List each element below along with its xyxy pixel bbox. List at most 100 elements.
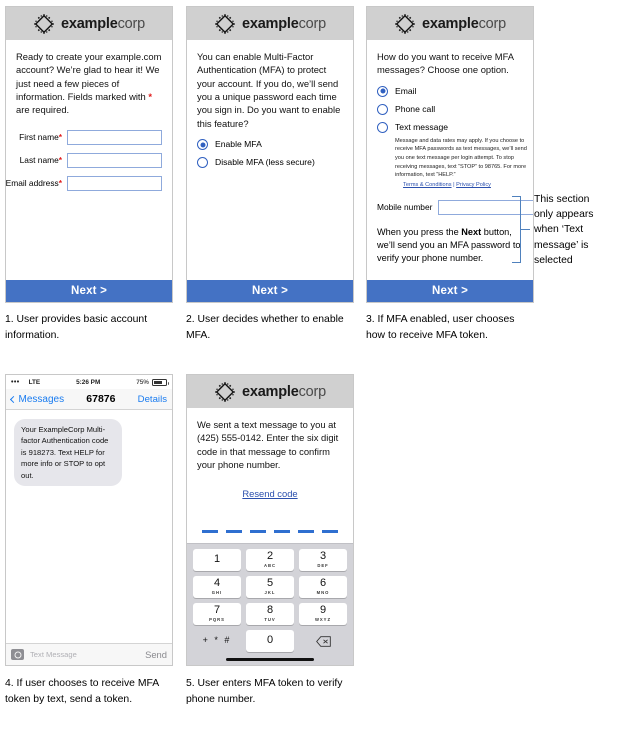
radio-option-phone-call[interactable]: Phone call bbox=[377, 103, 523, 115]
mfa-enable-radio-group: Enable MFA Disable MFA (less secure) bbox=[197, 139, 343, 169]
radio-icon-selected[interactable] bbox=[197, 139, 208, 151]
brand-bold: example bbox=[241, 383, 299, 400]
brand-bold: example bbox=[60, 15, 118, 32]
email-address-label: Email address* bbox=[6, 178, 67, 188]
caption-step-2: 2. User decides whether to enable MFA. bbox=[186, 314, 344, 341]
panel-5-intro: We sent a text message to you at (425) 5… bbox=[197, 419, 339, 471]
key-6-digit: 6 bbox=[319, 577, 327, 590]
first-name-label-text: First name bbox=[19, 132, 59, 143]
panel-3-body: How do you want to receive MFA messages?… bbox=[367, 40, 533, 280]
terms-and-conditions-link[interactable]: Terms & Conditions bbox=[403, 182, 452, 188]
code-slots bbox=[197, 530, 343, 533]
first-name-label: First name* bbox=[19, 132, 67, 142]
panel-step-2: examplecorp You can enable Multi-Factor … bbox=[186, 6, 354, 303]
numeric-keypad: 1 2 ABC 3 DEF 4 GHI 5 JKL 6 MNO 7 PQRS 8… bbox=[187, 542, 353, 665]
app-header: examplecorp bbox=[187, 7, 353, 40]
key-symbols-label: + * # bbox=[202, 635, 232, 646]
radio-option-disable-mfa[interactable]: Disable MFA (less secure) bbox=[197, 157, 343, 169]
app-header: examplecorp bbox=[187, 375, 353, 408]
last-name-label: Last name* bbox=[20, 155, 67, 165]
last-name-label-text: Last name bbox=[19, 155, 59, 166]
caption-step-5: 5. User enters MFA token to verify phone… bbox=[186, 678, 343, 705]
key-2[interactable]: 2 ABC bbox=[246, 548, 294, 571]
key-3-letters: DEF bbox=[317, 563, 329, 569]
code-slot[interactable] bbox=[322, 530, 338, 533]
resend-code-link[interactable]: Resend code bbox=[242, 488, 297, 499]
radio-label-disable-mfa: Disable MFA (less secure) bbox=[215, 157, 315, 168]
caption-step-1: 1. User provides basic account informati… bbox=[5, 314, 148, 341]
diamond-chip-logo-icon bbox=[395, 13, 415, 34]
radio-icon-unselected[interactable] bbox=[197, 157, 208, 169]
brand-wordmark: examplecorp bbox=[242, 16, 326, 32]
diamond-chip-logo-icon bbox=[215, 13, 235, 34]
key-symbols[interactable]: + * # bbox=[193, 630, 241, 652]
send-button[interactable]: Send bbox=[145, 649, 167, 660]
key-4-letters: GHI bbox=[211, 590, 223, 596]
mobile-number-row: Mobile number bbox=[377, 199, 533, 215]
key-6[interactable]: 6 MNO bbox=[299, 575, 347, 598]
camera-icon[interactable] bbox=[11, 649, 24, 660]
caption-step-3: 3. If MFA enabled, user chooses how to r… bbox=[366, 314, 515, 341]
radio-icon-unselected[interactable] bbox=[377, 121, 388, 133]
brand-light: corp bbox=[478, 15, 507, 32]
next-button-step-3[interactable]: Next > bbox=[367, 280, 533, 302]
key-4[interactable]: 4 GHI bbox=[193, 575, 241, 598]
radio-icon-selected[interactable] bbox=[377, 85, 388, 97]
email-address-input[interactable] bbox=[67, 175, 162, 191]
radio-option-text-message[interactable]: Text message bbox=[377, 121, 523, 133]
key-7[interactable]: 7 PQRS bbox=[193, 602, 241, 625]
key-8-digit: 8 bbox=[266, 604, 274, 617]
key-9-digit: 9 bbox=[319, 604, 327, 617]
key-backspace[interactable] bbox=[299, 630, 347, 652]
key-8[interactable]: 8 TUV bbox=[246, 602, 294, 625]
message-thread: Your ExampleCorp Multi-factor Authentica… bbox=[6, 410, 172, 643]
callout-stem bbox=[521, 229, 530, 231]
legal-separator: | bbox=[453, 181, 455, 188]
last-name-input[interactable] bbox=[67, 152, 162, 168]
details-button[interactable]: Details bbox=[138, 394, 167, 405]
code-slot[interactable] bbox=[202, 530, 218, 533]
key-0-digit: 0 bbox=[266, 634, 274, 647]
back-to-messages-button[interactable]: Messages bbox=[9, 394, 64, 405]
key-9[interactable]: 9 WXYZ bbox=[299, 602, 347, 625]
key-5[interactable]: 5 JKL bbox=[246, 575, 294, 598]
conversation-title: 67876 bbox=[86, 393, 116, 405]
key-5-digit: 5 bbox=[266, 577, 274, 590]
form-row-email-address: Email address* bbox=[6, 175, 162, 191]
keypad-row: 1 2 ABC 3 DEF bbox=[193, 548, 347, 571]
panel-step-3: examplecorp How do you want to receive M… bbox=[366, 6, 534, 303]
key-3[interactable]: 3 DEF bbox=[299, 548, 347, 571]
message-input[interactable]: Text Message bbox=[30, 650, 139, 659]
code-slot[interactable] bbox=[250, 530, 266, 533]
code-slot[interactable] bbox=[298, 530, 314, 533]
brand-wordmark: examplecorp bbox=[422, 16, 506, 32]
brand-light: corp bbox=[298, 15, 327, 32]
brand-bold: example bbox=[241, 15, 299, 32]
message-compose-bar: Text Message Send bbox=[6, 643, 172, 665]
radio-icon-unselected[interactable] bbox=[377, 103, 388, 115]
keypad-row: + * # 0 bbox=[193, 629, 347, 652]
privacy-policy-link[interactable]: Privacy Policy bbox=[456, 182, 491, 188]
email-address-required: * bbox=[58, 178, 62, 189]
key-3-digit: 3 bbox=[319, 550, 327, 563]
radio-option-enable-mfa[interactable]: Enable MFA bbox=[197, 139, 343, 151]
first-name-input[interactable] bbox=[67, 129, 162, 145]
callout-text: This section only appears when ‘Text mes… bbox=[534, 194, 594, 266]
panel-2-body: You can enable Multi-Factor Authenticati… bbox=[187, 40, 353, 280]
key-2-letters: ABC bbox=[263, 563, 277, 569]
brand-light: corp bbox=[298, 383, 327, 400]
key-6-letters: MNO bbox=[316, 590, 330, 596]
key-4-digit: 4 bbox=[213, 577, 221, 590]
carrier-label: LTE bbox=[28, 378, 41, 386]
sms-fineprint: Message and data rates may apply. If you… bbox=[395, 137, 527, 179]
panel-1-body: Ready to create your example.com account… bbox=[6, 40, 172, 280]
code-slot[interactable] bbox=[274, 530, 290, 533]
next-button-step-1[interactable]: Next > bbox=[6, 280, 172, 302]
brand-wordmark: examplecorp bbox=[61, 16, 145, 32]
code-slot[interactable] bbox=[226, 530, 242, 533]
key-0[interactable]: 0 bbox=[246, 629, 294, 652]
key-1[interactable]: 1 bbox=[193, 548, 241, 571]
next-button-step-2[interactable]: Next > bbox=[187, 280, 353, 302]
radio-option-email[interactable]: Email bbox=[377, 85, 523, 97]
intro-tail: are required. bbox=[16, 104, 70, 116]
